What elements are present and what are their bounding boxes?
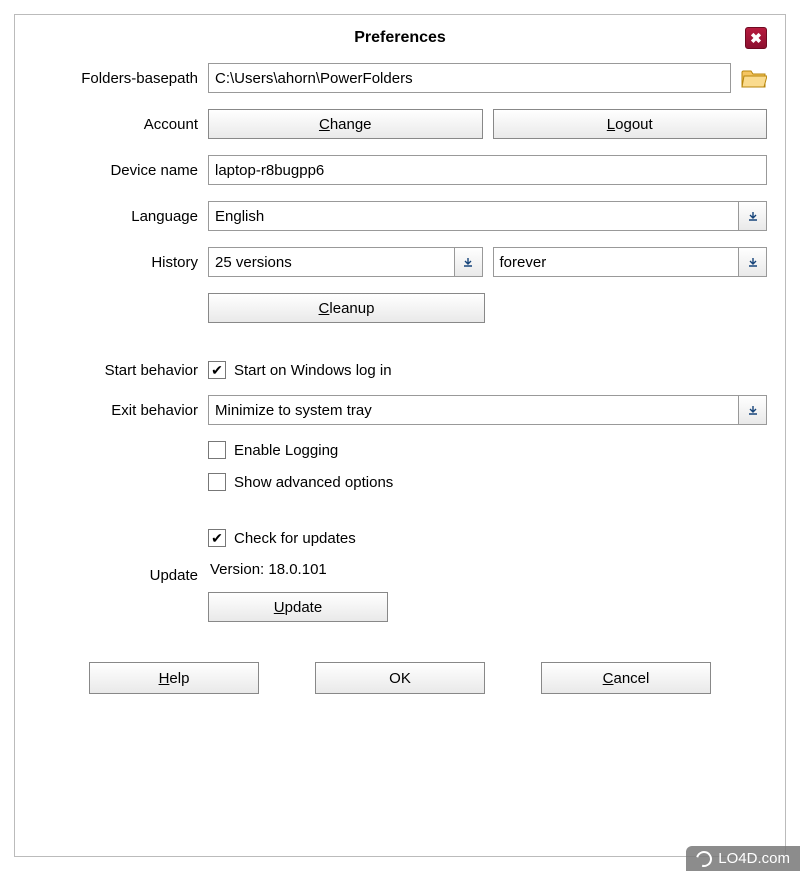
update-label: Update [33,567,208,584]
spacer [33,339,767,345]
watermark: LO4D.com [686,846,800,871]
device-field [208,155,767,185]
start-field: Start on Windows log in [208,361,767,379]
exit-value: Minimize to system tray [215,402,372,419]
enable-logging-checkbox[interactable] [208,441,226,459]
options-stack: Enable Logging Show advanced options [208,441,767,491]
language-field: English [208,201,767,231]
start-on-login-label: Start on Windows log in [234,362,392,379]
logging-row: Enable Logging [208,441,338,459]
bottom-bar: Help OK Cancel [33,662,767,694]
preferences-dialog: Preferences ✖ Folders-basepath Account C… [14,14,786,857]
exit-label: Exit behavior [33,402,208,419]
dropdown-button[interactable] [738,248,766,276]
form-grid: Folders-basepath Account Change Logout D… [33,63,767,622]
account-field: Change Logout [208,109,767,139]
language-value: English [215,208,264,225]
device-input[interactable] [208,155,767,185]
dialog-title: Preferences [354,29,446,46]
update-stack: Check for updates Version: 18.0.101 Upda… [208,529,767,622]
history-duration-select[interactable]: forever [493,247,768,277]
exit-select[interactable]: Minimize to system tray [208,395,767,425]
check-updates-checkbox[interactable] [208,529,226,547]
history-versions-value: 25 versions [215,254,292,271]
title-bar: Preferences ✖ [33,29,767,47]
spacer [33,507,767,513]
language-select[interactable]: English [208,201,767,231]
device-label: Device name [33,162,208,179]
chevron-down-icon [748,405,758,415]
dropdown-button[interactable] [454,248,482,276]
folder-icon [741,67,767,89]
chevron-down-icon [748,211,758,221]
history-duration-value: forever [500,254,547,271]
dropdown-button[interactable] [738,202,766,230]
close-button[interactable]: ✖ [745,27,767,49]
cleanup-field: Cleanup [208,293,767,323]
start-on-login-checkbox[interactable] [208,361,226,379]
history-label: History [33,254,208,271]
check-updates-label: Check for updates [234,530,356,547]
account-label: Account [33,116,208,133]
close-icon: ✖ [750,31,762,45]
cleanup-button[interactable]: Cleanup [208,293,485,323]
help-button[interactable]: Help [89,662,259,694]
chevron-down-icon [748,257,758,267]
advanced-row: Show advanced options [208,473,393,491]
history-versions-select[interactable]: 25 versions [208,247,483,277]
watermark-text: LO4D.com [718,850,790,867]
exit-field: Minimize to system tray [208,395,767,425]
chevron-down-icon [463,257,473,267]
update-button[interactable]: Update [208,592,388,622]
change-button[interactable]: Change [208,109,483,139]
basepath-input[interactable] [208,63,731,93]
watermark-icon [693,848,715,870]
show-advanced-label: Show advanced options [234,474,393,491]
browse-folder-button[interactable] [741,67,767,89]
start-label: Start behavior [33,362,208,379]
change-rest: hange [330,116,372,133]
ok-label: OK [389,670,411,687]
cancel-button[interactable]: Cancel [541,662,711,694]
logout-button[interactable]: Logout [493,109,768,139]
show-advanced-checkbox[interactable] [208,473,226,491]
language-label: Language [33,208,208,225]
enable-logging-label: Enable Logging [234,442,338,459]
version-text: Version: 18.0.101 [208,561,327,578]
history-field: 25 versions forever [208,247,767,277]
basepath-field [208,63,767,93]
dropdown-button[interactable] [738,396,766,424]
check-updates-row: Check for updates [208,529,356,547]
ok-button[interactable]: OK [315,662,485,694]
basepath-label: Folders-basepath [33,70,208,87]
